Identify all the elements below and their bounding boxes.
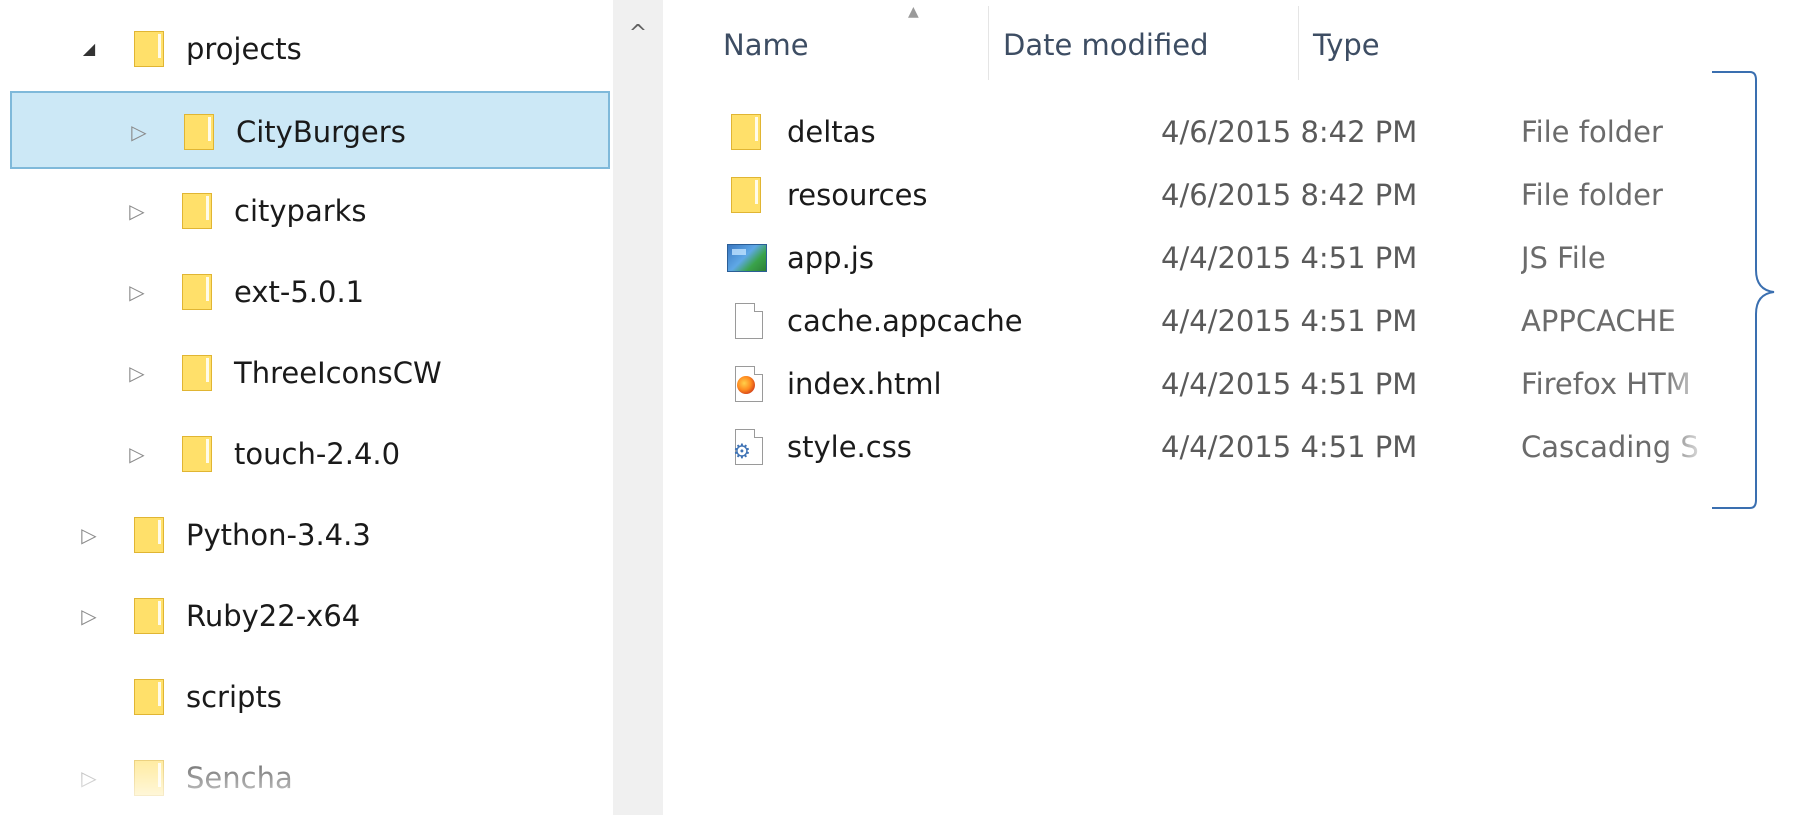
nav-item-label: scripts — [186, 680, 282, 714]
nav-item-projects[interactable]: ◢ projects — [10, 10, 610, 88]
file-type: APPCACHE — [1521, 304, 1676, 338]
file-date-modified: 4/4/2015 4:51 PM — [1161, 430, 1418, 464]
folder-icon — [134, 598, 164, 634]
file-list-pane: ▲ Name Date modified Type deltas 4/6/2015… — [663, 0, 1811, 815]
folder-icon — [134, 760, 164, 796]
file-date-modified: 4/6/2015 8:42 PM — [1161, 115, 1418, 149]
expand-arrow-icon[interactable]: ▷ — [123, 253, 151, 331]
nav-scrollbar[interactable]: ^ — [613, 0, 663, 815]
nav-item-label: projects — [186, 32, 302, 66]
folder-icon — [182, 274, 212, 310]
expand-arrow-icon[interactable]: ▷ — [75, 496, 103, 574]
file-name: index.html — [787, 367, 942, 401]
nav-item-label: ThreeIconsCW — [234, 356, 442, 390]
file-row[interactable]: ⚙ style.css 4/4/2015 4:51 PM Cascading S — [663, 416, 1763, 478]
nav-item-ruby22-x64[interactable]: ▷ Ruby22-x64 — [10, 577, 610, 655]
expand-arrow-icon[interactable]: ▷ — [123, 172, 151, 250]
file-name: resources — [787, 178, 928, 212]
sort-ascending-icon: ▲ — [908, 4, 919, 20]
navigation-pane: ◢ projects ▷ CityBurgers ▷ cityparks ▷ ext-5.0.… — [0, 0, 615, 815]
expand-arrow-icon[interactable]: ▷ — [125, 93, 153, 171]
column-header-date-modified[interactable]: Date modified — [1003, 10, 1209, 80]
file-name: app.js — [787, 241, 874, 275]
css-file-icon: ⚙ — [731, 429, 767, 467]
column-separator[interactable] — [988, 6, 989, 80]
nav-item-label: Ruby22-x64 — [186, 599, 361, 633]
expand-arrow-icon[interactable]: ▷ — [123, 415, 151, 493]
nav-item-label: ext-5.0.1 — [234, 275, 365, 309]
firefox-html-icon — [731, 366, 767, 404]
column-separator[interactable] — [1298, 6, 1299, 80]
folder-icon — [134, 31, 164, 67]
expand-arrow-icon[interactable]: ▷ — [75, 739, 103, 815]
folder-icon — [184, 114, 214, 150]
nav-item-label: Python-3.4.3 — [186, 518, 371, 552]
nav-item-scripts[interactable]: scripts — [10, 658, 610, 736]
folder-icon — [182, 193, 212, 229]
file-name: style.css — [787, 430, 912, 464]
file-date-modified: 4/6/2015 8:42 PM — [1161, 178, 1418, 212]
blank-file-icon — [731, 303, 767, 341]
folder-icon — [731, 177, 767, 215]
nav-item-cityburgers[interactable]: ▷ CityBurgers — [10, 91, 610, 169]
file-row[interactable]: index.html 4/4/2015 4:51 PM Firefox HTM — [663, 353, 1763, 415]
nav-item-sencha[interactable]: ▷ Sencha — [10, 739, 610, 815]
file-date-modified: 4/4/2015 4:51 PM — [1161, 304, 1418, 338]
folder-icon — [182, 436, 212, 472]
file-row[interactable]: cache.appcache 4/4/2015 4:51 PM APPCACHE — [663, 290, 1763, 352]
folder-icon — [134, 517, 164, 553]
nav-item-threeiconscw[interactable]: ▷ ThreeIconsCW — [10, 334, 610, 412]
nav-item-touch-2-4-0[interactable]: ▷ touch-2.4.0 — [10, 415, 610, 493]
nav-item-cityparks[interactable]: ▷ cityparks — [10, 172, 610, 250]
expand-arrow-icon[interactable]: ▷ — [75, 577, 103, 655]
file-name: deltas — [787, 115, 876, 149]
nav-item-python-3-4-3[interactable]: ▷ Python-3.4.3 — [10, 496, 610, 574]
file-type: JS File — [1521, 241, 1606, 275]
collapse-arrow-icon[interactable]: ◢ — [75, 10, 103, 88]
js-file-icon — [727, 240, 767, 278]
file-row[interactable]: resources 4/6/2015 8:42 PM File folder — [663, 164, 1763, 226]
folder-icon — [134, 679, 164, 715]
folder-icon — [182, 355, 212, 391]
file-row[interactable]: deltas 4/6/2015 8:42 PM File folder — [663, 101, 1763, 163]
nav-item-ext-5-0-1[interactable]: ▷ ext-5.0.1 — [10, 253, 610, 331]
file-row[interactable]: app.js 4/4/2015 4:51 PM JS File — [663, 227, 1763, 289]
expand-arrow-icon[interactable]: ▷ — [123, 334, 151, 412]
folder-icon — [731, 114, 767, 152]
scroll-up-arrow-icon[interactable]: ^ — [613, 14, 663, 54]
column-header-name[interactable]: Name — [723, 10, 809, 80]
file-explorer: ◢ projects ▷ CityBurgers ▷ cityparks ▷ ext-5.0.… — [0, 0, 1811, 815]
nav-item-label: CityBurgers — [236, 115, 406, 149]
nav-item-label: touch-2.4.0 — [234, 437, 401, 471]
file-date-modified: 4/4/2015 4:51 PM — [1161, 367, 1418, 401]
file-type: File folder — [1521, 115, 1663, 149]
file-type: Firefox HTM — [1521, 367, 1691, 401]
file-name: cache.appcache — [787, 304, 1023, 338]
file-type: File folder — [1521, 178, 1663, 212]
column-header-type[interactable]: Type — [1313, 10, 1380, 80]
nav-item-label: Sencha — [186, 761, 293, 795]
file-type: Cascading S — [1521, 430, 1699, 464]
nav-item-label: cityparks — [234, 194, 367, 228]
file-date-modified: 4/4/2015 4:51 PM — [1161, 241, 1418, 275]
bracket-annotation — [1712, 71, 1775, 509]
